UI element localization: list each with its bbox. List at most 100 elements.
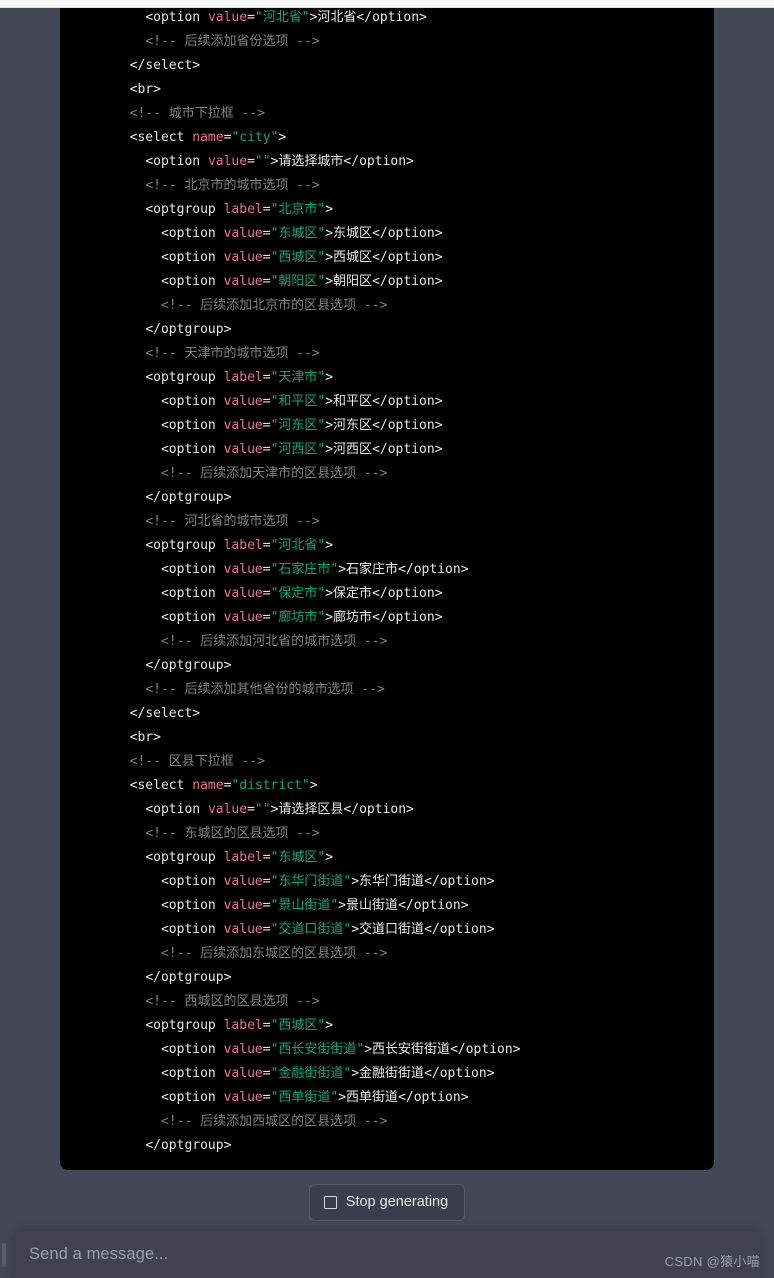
code-token-tag: optgroup: [153, 1018, 216, 1033]
code-token-tag: option: [153, 10, 201, 25]
code-line: <!-- 后续添加其他省份的城市选项 -->: [114, 678, 714, 702]
code-token-txt: 东华门街道: [359, 874, 425, 889]
code-token-attr: value: [223, 874, 263, 889]
code-line: <option value="河北省">河北省</option>: [114, 6, 714, 30]
code-token-txt: 廊坊市: [333, 610, 373, 625]
code-token-tag: optgroup: [153, 538, 216, 553]
code-token-txt: 河西区: [333, 442, 373, 457]
code-token-punc: <: [160, 922, 169, 937]
code-token-tag: br: [137, 730, 154, 745]
code-token-punc: =: [262, 394, 271, 409]
code-token-punc: >: [223, 322, 232, 337]
code-token-attr: label: [223, 850, 263, 865]
code-token-attr: name: [192, 130, 224, 145]
code-token-str: "西城区": [270, 1018, 326, 1033]
code-token-punc: <: [160, 610, 169, 625]
code-token-punc: >: [223, 1138, 232, 1153]
code-token-punc: >: [325, 370, 334, 385]
message-input-wrapper[interactable]: Send a message...: [14, 1231, 760, 1278]
code-token-str: "和平区": [270, 394, 326, 409]
code-token-punc: >: [325, 586, 334, 601]
code-token-punc: >: [223, 658, 232, 673]
code-token-punc: </: [424, 1066, 440, 1081]
code-line: </optgroup>: [114, 318, 714, 342]
code-token-punc: </: [372, 226, 388, 241]
code-token-punc: <: [145, 1018, 154, 1033]
code-token-punc: =: [262, 874, 271, 889]
code-token-tag: option: [465, 1042, 513, 1057]
code-token-punc: =: [262, 202, 271, 217]
code-token-punc: >: [460, 1090, 469, 1105]
code-token-punc: =: [262, 562, 271, 577]
code-token-punc: >: [325, 226, 334, 241]
code-line: <!-- 北京市的城市选项 -->: [114, 174, 714, 198]
code-token-punc: >: [338, 562, 347, 577]
code-line: <optgroup label="北京市">: [114, 198, 714, 222]
code-line: <!-- 城市下拉框 -->: [114, 102, 714, 126]
code-token-tag: option: [153, 802, 201, 817]
code-scroll-area[interactable]: <option value="河北省">河北省</option> <!-- 后续…: [60, 6, 714, 1158]
code-token-punc: >: [325, 418, 334, 433]
message-input-placeholder[interactable]: Send a message...: [29, 1245, 168, 1264]
code-token-tag: optgroup: [160, 490, 224, 505]
code-token-punc: =: [262, 370, 271, 385]
code-token-punc: </: [424, 922, 440, 937]
code-token-attr: value: [207, 10, 248, 25]
code-line: </select>: [114, 702, 714, 726]
code-token-cmt: <!-- 后续添加河北省的城市选项 -->: [160, 634, 388, 649]
code-token-str: "交道口街道": [270, 922, 352, 937]
code-line: <option value="朝阳区">朝阳区</option>: [114, 270, 714, 294]
code-token-cmt: <!-- 后续添加东城区的区县选项 -->: [160, 946, 388, 961]
browser-top-edge: [0, 0, 774, 8]
code-line: <option value="景山街道">景山街道</option>: [114, 894, 714, 918]
code-token-attr: value: [223, 394, 263, 409]
code-token-tag: option: [168, 898, 216, 913]
code-token-tag: option: [168, 1042, 216, 1057]
code-token-attr: value: [207, 802, 248, 817]
code-token-str: "河东区": [270, 418, 326, 433]
code-token-punc: >: [486, 922, 495, 937]
code-line: </optgroup>: [114, 966, 714, 990]
code-token-cmt: <!-- 东城区的区县选项 -->: [145, 826, 320, 841]
code-token-str: "北京市": [270, 202, 326, 217]
chat-page: <option value="河北省">河北省</option> <!-- 后续…: [0, 0, 774, 1278]
code-token-punc: >: [434, 274, 443, 289]
code-token-punc: >: [406, 154, 414, 169]
code-token-punc: </: [398, 562, 414, 577]
code-token-tag: option: [168, 1066, 216, 1081]
code-line: <!-- 后续添加西城区的区县选项 -->: [114, 1110, 714, 1134]
code-token-cmt: <!-- 后续添加其他省份的城市选项 -->: [145, 682, 385, 697]
code-token-attr: value: [223, 562, 263, 577]
code-token-tag: option: [168, 610, 216, 625]
code-token-attr: value: [223, 922, 263, 937]
code-token-str: "河北省": [254, 10, 310, 25]
code-token-str: "金融街街道": [270, 1066, 352, 1081]
code-line: <optgroup label="河北省">: [114, 534, 714, 558]
stop-generating-button[interactable]: Stop generating: [308, 1184, 466, 1221]
code-token-punc: >: [325, 850, 334, 865]
code-token-punc: >: [278, 130, 287, 145]
code-line: <option value="交道口街道">交道口街道</option>: [114, 918, 714, 942]
code-token-txt: 请选择区县: [278, 802, 344, 817]
code-token-attr: label: [223, 1018, 263, 1033]
code-token-punc: =: [262, 610, 271, 625]
code-token-tag: option: [413, 898, 461, 913]
code-token-punc: =: [262, 586, 271, 601]
code-block[interactable]: <option value="河北省">河北省</option> <!-- 后续…: [60, 0, 714, 1170]
code-token-attr: name: [192, 778, 224, 793]
code-token-punc: <: [160, 562, 169, 577]
code-token-tag: optgroup: [153, 202, 216, 217]
code-token-cmt: <!-- 后续添加西城区的区县选项 -->: [160, 1114, 388, 1129]
code-token-punc: >: [434, 586, 443, 601]
code-token-punc: <: [160, 586, 169, 601]
code-token-txt: 西城区: [333, 250, 373, 265]
code-line: </select>: [114, 54, 714, 78]
code-token-punc: <: [160, 874, 169, 889]
code-token-punc: >: [434, 442, 443, 457]
code-token-tag: option: [168, 250, 216, 265]
